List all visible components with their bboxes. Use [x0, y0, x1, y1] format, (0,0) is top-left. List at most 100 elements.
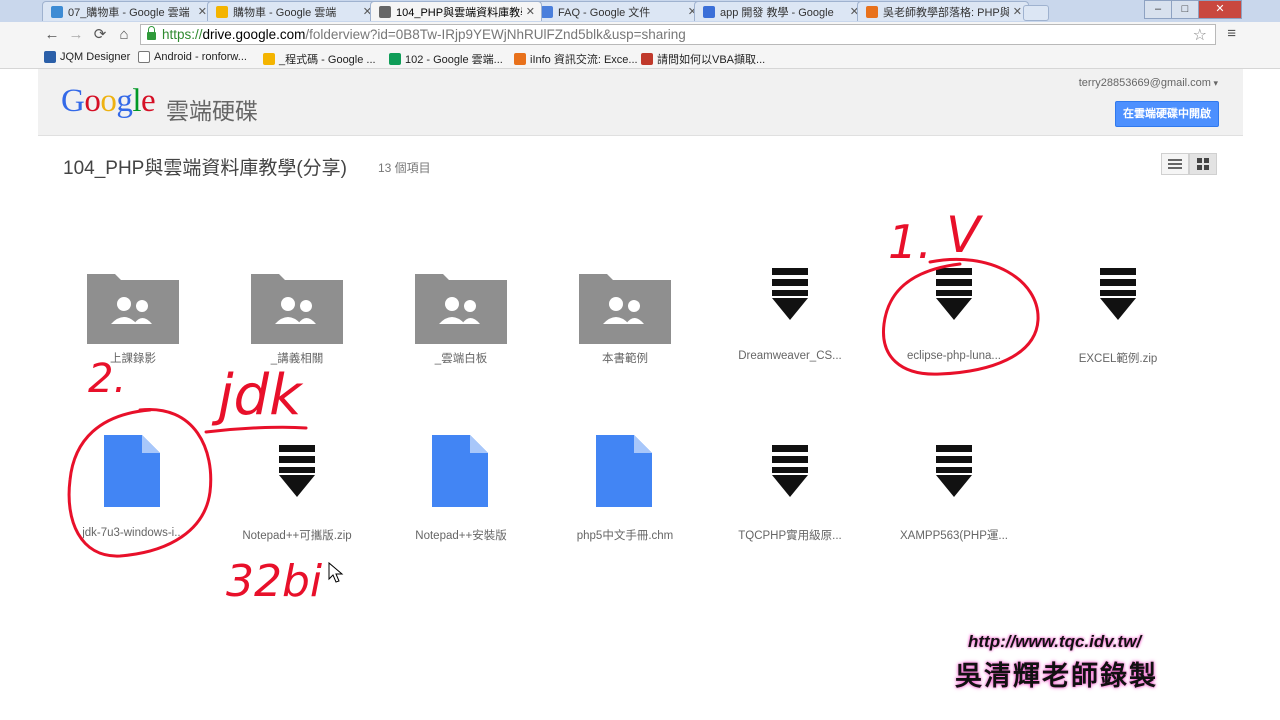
back-icon[interactable]: ←	[42, 25, 62, 45]
bookmark-item[interactable]: iInfo 資訊交流: Exce...	[514, 51, 638, 67]
tab-4[interactable]: app 開發 教學 - Google ✕	[694, 1, 866, 21]
home-icon[interactable]: ⌂	[114, 25, 134, 45]
item-name: jdk-7u3-windows-i...	[82, 527, 184, 539]
grid-item[interactable]: 本書範例	[550, 266, 700, 376]
minimize-icon[interactable]: –	[1144, 0, 1172, 19]
item-count: 13 個項目	[378, 161, 431, 175]
tab-1[interactable]: 購物車 - Google 雲端 ✕	[207, 1, 379, 21]
bookmark-label: iInfo 資訊交流: Exce...	[530, 54, 638, 66]
grid-item[interactable]: Notepad++可攜版.zip	[222, 443, 372, 553]
archive-download-icon	[222, 443, 372, 523]
bookmark-item[interactable]: _程式碼 - Google ...	[263, 51, 376, 67]
bookmark-label: JQM Designer	[60, 51, 131, 63]
forward-icon[interactable]: →	[66, 25, 86, 45]
tab-title: 吳老師教學部落格: PHP與	[883, 6, 1009, 19]
shared-folder-icon	[222, 266, 372, 346]
window-controls: – □ ✕	[1144, 0, 1242, 19]
tab-title: 07_購物車 - Google 雲端	[68, 6, 190, 19]
grid-item[interactable]: _講義相關	[222, 266, 372, 376]
lock-icon	[147, 26, 156, 40]
close-icon[interactable]: ✕	[198, 5, 207, 18]
bookmark-star-icon[interactable]: ☆	[1193, 25, 1207, 45]
archive-download-icon	[715, 266, 865, 346]
item-name: 上課錄影	[110, 353, 156, 365]
tab-5[interactable]: 吳老師教學部落格: PHP與 ✕	[857, 1, 1029, 21]
document-icon	[58, 429, 208, 509]
document-icon	[550, 429, 700, 509]
blogger-favicon-icon	[866, 5, 878, 18]
menu-icon[interactable]: ≡	[1227, 25, 1236, 42]
google-favicon-icon	[703, 5, 715, 18]
logo-letter: o	[84, 83, 101, 119]
tab-0[interactable]: 07_購物車 - Google 雲端 ✕	[42, 1, 214, 21]
bookmark-item[interactable]: JQM Designer	[44, 51, 130, 63]
bookmark-label: Android - ronforw...	[154, 51, 247, 63]
bookmark-item[interactable]: 請問如何以VBA擷取...	[641, 51, 765, 67]
grid-view-icon[interactable]	[1189, 153, 1217, 175]
page-favicon-icon	[138, 51, 150, 63]
item-name: _講義相關	[270, 353, 324, 365]
google-logo[interactable]: Google	[61, 83, 156, 120]
grid-item[interactable]: Notepad++安裝版	[386, 435, 536, 553]
bookmark-item[interactable]: Android - ronforw...	[138, 51, 247, 63]
address-bar[interactable]: https://drive.google.com/folderview?id=0…	[140, 24, 1216, 45]
logo-letter: o	[100, 83, 117, 119]
product-name: 雲端硬碟	[166, 98, 258, 124]
item-name: _雲端白板	[434, 353, 488, 365]
tab-2-active[interactable]: 104_PHP與雲端資料庫教學 ✕	[370, 1, 542, 21]
close-icon[interactable]: ✕	[1013, 5, 1022, 18]
grid-item[interactable]: 上課錄影	[58, 266, 208, 376]
item-name: TQCPHP實用級原...	[738, 530, 842, 542]
grid-item[interactable]: EXCEL範例.zip	[1043, 266, 1193, 376]
tab-bar: 07_購物車 - Google 雲端 ✕ 購物車 - Google 雲端 ✕ 1…	[0, 0, 1280, 22]
blogger-favicon-icon	[514, 53, 526, 65]
item-name: Notepad++安裝版	[415, 530, 507, 542]
tab-3[interactable]: FAQ - Google 文件 ✕	[532, 1, 704, 21]
grid-item[interactable]: jdk-7u3-windows-i...	[58, 435, 208, 553]
watermark-url: http://www.tqc.idv.tw/	[968, 632, 1142, 651]
bookmarks-bar: JQM Designer Android - ronforw... _程式碼 -…	[0, 48, 1280, 69]
logo-letter: G	[61, 83, 85, 119]
open-in-drive-button[interactable]: 在雲端硬碟中開啟	[1115, 101, 1219, 127]
logo-letter: g	[116, 83, 133, 119]
tab-title: FAQ - Google 文件	[558, 6, 651, 19]
shared-folder-icon	[386, 266, 536, 346]
page-favicon-icon	[641, 53, 653, 65]
grid-item[interactable]: eclipse-php-luna...	[879, 266, 1029, 376]
grid-item[interactable]: TQCPHP實用級原...	[715, 443, 865, 553]
item-name: EXCEL範例.zip	[1078, 353, 1158, 365]
logo-letter: e	[141, 83, 156, 119]
bookmark-label: _程式碼 - Google ...	[279, 54, 376, 66]
drive-header: Google 雲端硬碟 terry28853669@gmail.com 在雲端硬…	[38, 69, 1243, 136]
tab-title: 購物車 - Google 雲端	[233, 6, 337, 19]
maximize-icon[interactable]: □	[1171, 0, 1199, 19]
watermark-author: 吳清輝老師錄製	[955, 661, 1158, 691]
docs-favicon-icon	[541, 5, 553, 18]
window-close-icon[interactable]: ✕	[1198, 0, 1242, 19]
new-tab-button[interactable]	[1023, 5, 1049, 21]
grid-item[interactable]: Dreamweaver_CS...	[715, 266, 865, 376]
bookmark-favicon-icon	[44, 51, 56, 63]
archive-download-icon	[879, 266, 1029, 346]
account-menu[interactable]: terry28853669@gmail.com	[1079, 77, 1218, 89]
grid-item[interactable]: php5中文手冊.chm	[550, 435, 700, 553]
grid-item[interactable]: _雲端白板	[386, 266, 536, 376]
grid-item[interactable]: XAMPP563(PHP運...	[879, 443, 1029, 553]
item-name: 本書範例	[602, 353, 648, 365]
url-path: /folderview?id=0B8Tw-IRjp9YEWjNhRUlFZnd5…	[305, 27, 686, 42]
archive-download-icon	[879, 443, 1029, 523]
reload-icon[interactable]: ⟳	[90, 25, 110, 45]
item-name: eclipse-php-luna...	[907, 350, 1001, 362]
close-icon[interactable]: ✕	[526, 5, 535, 18]
bookmark-label: 102 - Google 雲端...	[405, 54, 503, 66]
item-name: XAMPP563(PHP運...	[899, 530, 1008, 542]
bookmark-item[interactable]: 102 - Google 雲端...	[389, 51, 503, 67]
drive-favicon-icon	[51, 5, 63, 18]
item-name: Notepad++可攜版.zip	[242, 530, 352, 542]
view-toggle	[1161, 153, 1217, 175]
drive-favicon-icon	[389, 53, 401, 65]
logo-letter: l	[132, 83, 142, 119]
list-view-icon[interactable]	[1161, 153, 1189, 175]
url-scheme: https://	[162, 27, 203, 42]
page-title: 104_PHP與雲端資料庫教學(分享)	[63, 158, 347, 179]
